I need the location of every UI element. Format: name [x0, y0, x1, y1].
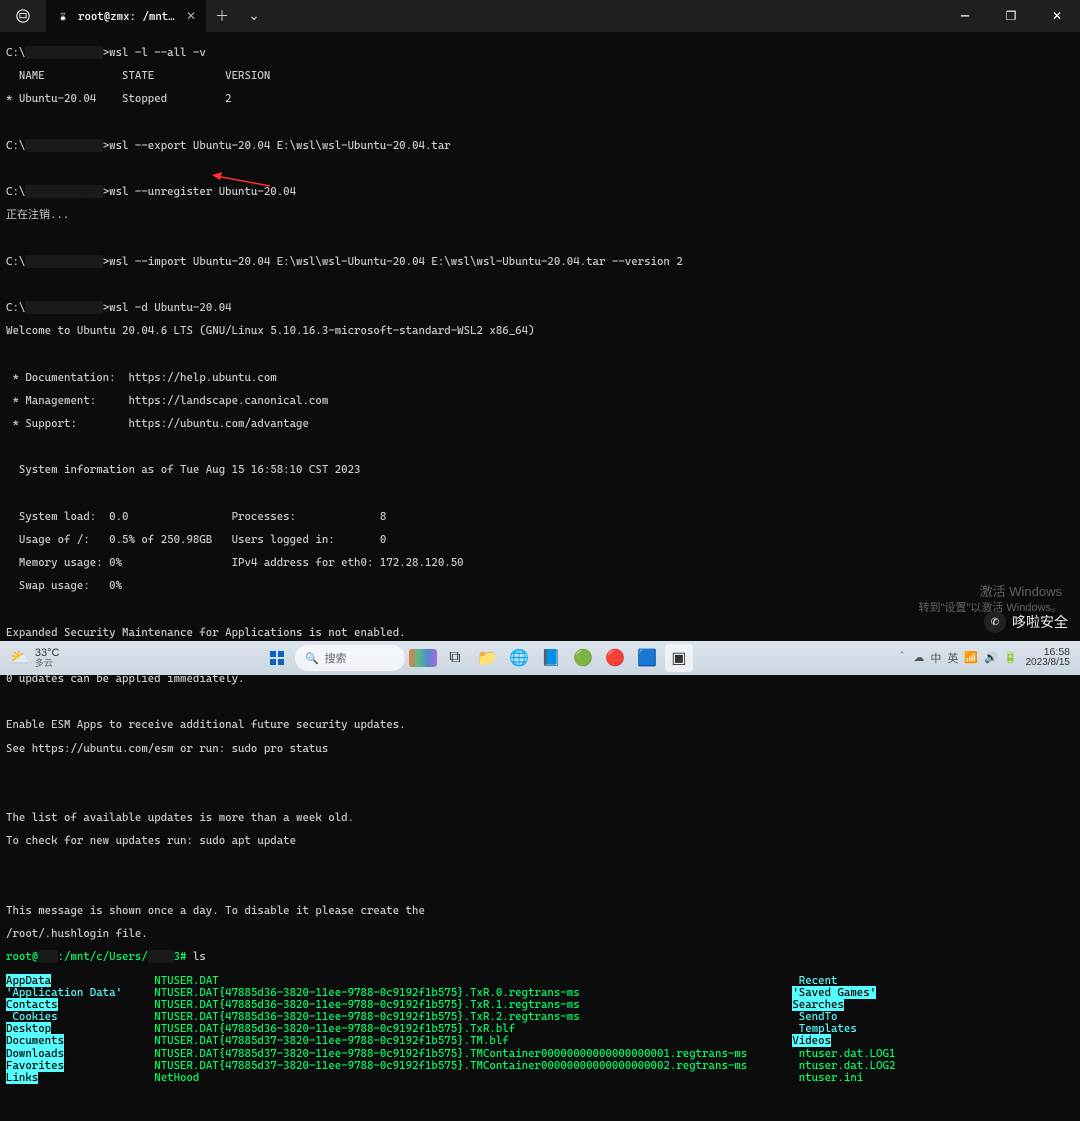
search-input[interactable]: 🔍 搜索	[295, 645, 405, 671]
app-button-1[interactable]: 📘	[537, 644, 565, 672]
taskbar: ⛅ 33°C 多云 🔍 搜索 ⧉ 📁 🌐 📘 🟢 🔴 🟦 ▣ ＾ ☁ 中 英	[0, 641, 1080, 675]
search-icon: 🔍	[305, 652, 319, 665]
weather-desc: 多云	[35, 659, 60, 668]
titlebar: root@zmx: /mnt/c/Users/gyp ✕ ＋ ⌄ ─ ❐ ✕	[0, 0, 1080, 32]
tab-dropdown-button[interactable]: ⌄	[238, 8, 270, 24]
close-button[interactable]: ✕	[1034, 0, 1080, 32]
tab-title: root@zmx: /mnt/c/Users/gyp	[78, 10, 178, 23]
wifi-icon[interactable]: 📶	[964, 651, 978, 664]
terminal-content[interactable]: C:\ gy >wsl -l --all -v NAME STATE VERSI…	[0, 32, 1080, 1121]
penguin-icon	[56, 9, 70, 23]
tray-chevron-icon[interactable]: ＾	[896, 650, 907, 666]
app-button-3[interactable]: 🟦	[633, 644, 661, 672]
battery-icon[interactable]: 🔋	[1004, 651, 1018, 664]
taskbar-colored-widget[interactable]	[409, 644, 437, 672]
tab-active[interactable]: root@zmx: /mnt/c/Users/gyp ✕	[46, 0, 206, 32]
weather-widget[interactable]: ⛅ 33°C 多云	[10, 648, 60, 668]
ime-indicator[interactable]: 中	[930, 650, 941, 666]
new-tab-button[interactable]: ＋	[206, 6, 238, 26]
chrome-button[interactable]: 🟢	[569, 644, 597, 672]
explorer-button[interactable]: 📁	[473, 644, 501, 672]
ime-indicator-2[interactable]: 英	[947, 650, 958, 666]
system-menu-icon[interactable]	[0, 0, 46, 32]
volume-icon[interactable]: 🔊	[984, 651, 998, 664]
minimize-button[interactable]: ─	[942, 0, 988, 32]
tab-close-icon[interactable]: ✕	[186, 9, 196, 23]
onedrive-icon[interactable]: ☁	[913, 651, 924, 664]
terminal-taskbar-button[interactable]: ▣	[665, 644, 693, 672]
start-button[interactable]	[263, 644, 291, 672]
maximize-button[interactable]: ❐	[988, 0, 1034, 32]
system-tray[interactable]: ＾ ☁ 中 英 📶 🔊 🔋	[896, 650, 1017, 666]
edge-button[interactable]: 🌐	[505, 644, 533, 672]
clock[interactable]: 16:58 2023/8/15	[1026, 647, 1071, 669]
app-button-2[interactable]: 🔴	[601, 644, 629, 672]
weather-icon: ⛅	[10, 648, 30, 668]
taskview-button[interactable]: ⧉	[441, 644, 469, 672]
